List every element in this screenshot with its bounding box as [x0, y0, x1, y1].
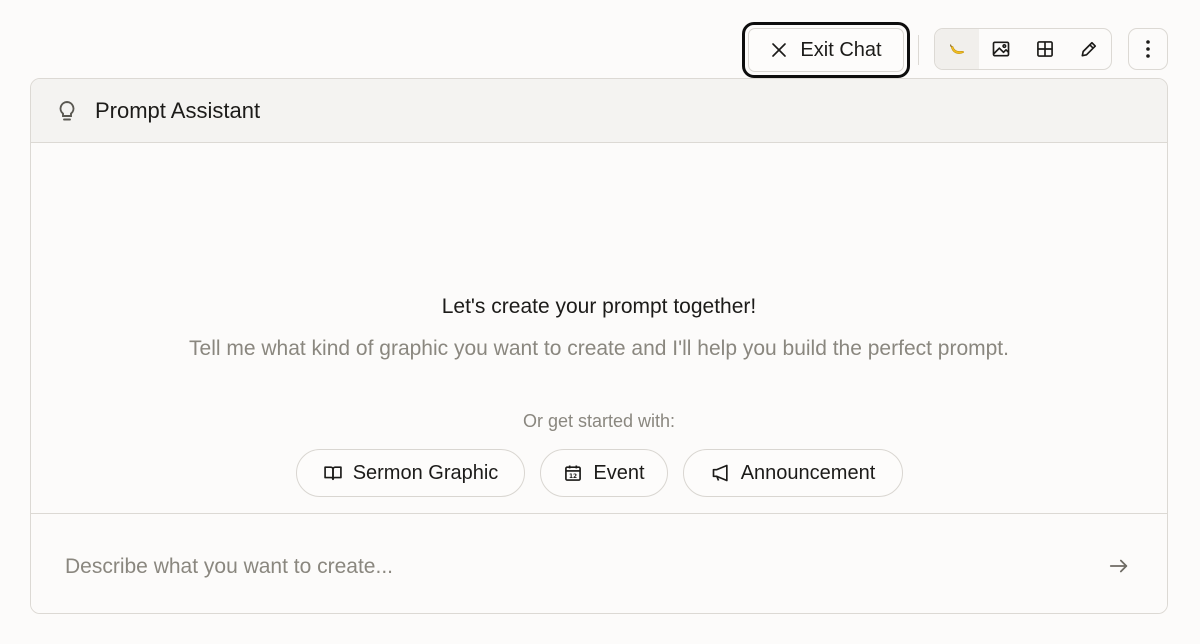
panel-title: Prompt Assistant	[95, 97, 261, 123]
arrow-right-icon	[1109, 559, 1128, 573]
welcome-headline: Let's create your prompt together!	[441, 295, 757, 318]
image-icon	[992, 41, 1010, 57]
megaphone-icon	[712, 464, 728, 482]
send-button[interactable]	[1105, 552, 1133, 580]
tool-banana-button[interactable]	[935, 29, 979, 69]
pencil-icon	[1081, 41, 1097, 57]
tool-grid-button[interactable]	[1023, 29, 1067, 69]
prompt-assistant-panel: Prompt Assistant Let's create your promp…	[30, 78, 1168, 614]
calendar-icon: 12	[565, 465, 582, 481]
starter-chip-label: Sermon Graphic	[352, 461, 499, 484]
starter-label: Or get started with:	[522, 411, 676, 431]
composer	[31, 513, 1167, 613]
page: Exit Chat Prompt Assistant Let's create …	[0, 0, 1200, 644]
exit-chat-button[interactable]: Exit Chat	[742, 22, 910, 78]
lightbulb-icon	[59, 100, 75, 120]
tool-image-button[interactable]	[979, 29, 1023, 69]
welcome-subline: Tell me what kind of graphic you want to…	[189, 337, 1009, 360]
banana-icon	[950, 44, 965, 54]
tool-group	[934, 28, 1112, 70]
starter-chip-sermon-graphic[interactable]: Sermon Graphic	[296, 449, 525, 497]
grid-icon	[1037, 41, 1053, 57]
exit-chat-button-inner[interactable]: Exit Chat	[748, 28, 904, 72]
starter-chip-announcement[interactable]: Announcement	[683, 449, 903, 497]
starter-chip-label: Announcement	[740, 461, 876, 484]
starter-chip-label: Event	[593, 461, 645, 484]
toolbar-divider	[918, 35, 919, 65]
exit-chat-label: Exit Chat	[800, 38, 882, 61]
more-vertical-icon	[1146, 40, 1150, 58]
svg-text:12: 12	[569, 474, 577, 480]
panel-header: Prompt Assistant	[31, 79, 1167, 143]
tool-pencil-button[interactable]	[1067, 29, 1111, 69]
prompt-input[interactable]	[65, 550, 1045, 584]
close-icon	[772, 43, 787, 57]
empty-state: Let's create your prompt together! Tell …	[31, 143, 1167, 515]
more-options-button[interactable]	[1128, 28, 1168, 70]
book-open-icon	[323, 466, 342, 481]
starter-chip-event[interactable]: 12 Event	[540, 449, 668, 497]
